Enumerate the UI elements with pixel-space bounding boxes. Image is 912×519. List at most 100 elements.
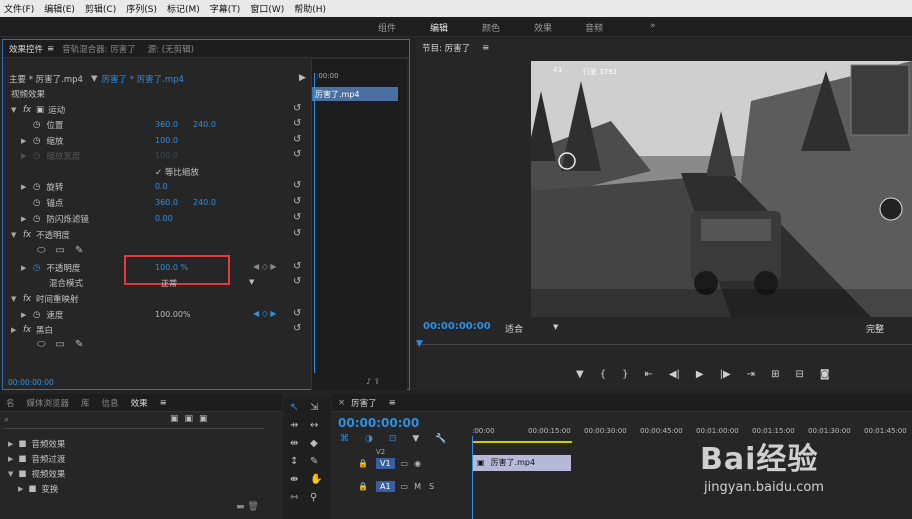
track-select-icon[interactable]: ⇲ bbox=[310, 402, 318, 413]
reset-icon[interactable]: ↺ bbox=[293, 261, 301, 272]
menu-item-5[interactable]: 字幕(T) bbox=[210, 2, 241, 15]
project-tab-2[interactable]: 库 bbox=[81, 397, 90, 409]
menu-item-3[interactable]: 序列(S) bbox=[126, 2, 157, 15]
sync-lock-icon[interactable]: ▭ bbox=[401, 459, 409, 468]
video-frame[interactable]: 43 行驶 3792 bbox=[531, 61, 912, 317]
ellipse-mask-icon[interactable]: ⬭ bbox=[37, 245, 46, 256]
workspace-more-button[interactable]: » bbox=[650, 21, 656, 31]
snap-icon[interactable]: ◑ bbox=[365, 434, 373, 444]
effects-folder[interactable]: ▼ ■ 视频效果 bbox=[8, 466, 65, 481]
reset-icon[interactable]: ↺ bbox=[293, 118, 301, 129]
track-a1-target[interactable]: A1 bbox=[375, 480, 395, 492]
position-x-value[interactable]: 360.0 bbox=[155, 120, 178, 129]
slide-tool-icon[interactable]: ⇼ bbox=[290, 474, 298, 485]
track-v1-target[interactable]: V1 bbox=[375, 457, 395, 469]
add-marker-icon[interactable]: ▼ bbox=[412, 434, 419, 444]
project-tab-3[interactable]: 信息 bbox=[102, 397, 119, 409]
export-icon[interactable]: ♪ ⇪ bbox=[366, 377, 380, 386]
slip-tool-icon[interactable]: ↕ bbox=[290, 456, 298, 467]
tab-source[interactable]: 源: (无剪辑) bbox=[148, 43, 194, 55]
overwrite-icon[interactable]: ⊟ bbox=[795, 369, 803, 380]
project-tab-0[interactable]: 名 bbox=[6, 397, 15, 409]
timeline-ruler[interactable]: :00:00 00:00:15:00 00:00:30:00 00:00:45:00 0… bbox=[472, 427, 912, 439]
effects-folder[interactable]: ▶ ■ 音频过渡 bbox=[8, 451, 65, 466]
effect-controls-timecode[interactable]: 00:00:00:00 bbox=[8, 378, 54, 387]
anchor-y-value[interactable]: 240.0 bbox=[193, 198, 216, 207]
stopwatch-icon[interactable]: ◷ bbox=[33, 182, 40, 192]
reset-icon[interactable]: ↺ bbox=[293, 196, 301, 207]
menu-item-6[interactable]: 窗口(W) bbox=[250, 2, 284, 15]
chevron-down-icon[interactable]: ▼ bbox=[553, 323, 558, 331]
hand-tool-icon[interactable]: ✋ bbox=[310, 474, 322, 485]
rate-stretch-icon[interactable]: ↔ bbox=[310, 420, 318, 431]
rolling-edit-icon[interactable]: ⇹ bbox=[290, 438, 298, 449]
speed-keyframe-nav[interactable]: ◀ ◇ ▶ bbox=[253, 309, 277, 318]
add-marker-icon[interactable]: ▼ bbox=[576, 369, 584, 380]
ripple-edit-icon[interactable]: ⇸ bbox=[290, 420, 298, 431]
lock-icon[interactable]: 🔒 bbox=[358, 459, 368, 468]
razor-icon[interactable]: ◆ bbox=[310, 438, 318, 449]
pen-mask-icon[interactable]: ✎ bbox=[75, 339, 83, 350]
wrench-icon[interactable]: 🔧 bbox=[435, 434, 446, 444]
stopwatch-icon[interactable]: ◷ bbox=[33, 120, 40, 130]
panel-menu-icon[interactable]: ≡ bbox=[389, 398, 396, 408]
reset-icon[interactable]: ↺ bbox=[293, 228, 301, 239]
lock-icon[interactable]: 🔒 bbox=[358, 482, 368, 491]
ellipse-mask-icon[interactable]: ⬭ bbox=[37, 339, 46, 350]
expand-icon[interactable]: ▼ bbox=[8, 470, 13, 478]
project-tab-4[interactable]: 效果 bbox=[131, 397, 148, 409]
pen-tool-icon[interactable]: ✎ bbox=[310, 456, 318, 467]
go-to-in-icon[interactable]: ⇤ bbox=[644, 369, 652, 380]
solo-button[interactable]: S bbox=[429, 482, 434, 491]
pen-mask-icon[interactable]: ✎ bbox=[75, 245, 83, 256]
master-clip-label[interactable]: 主要 * 厉害了.mp4 bbox=[9, 73, 83, 85]
zoom-tool-icon[interactable]: ⚲ bbox=[310, 492, 317, 503]
expand-icon[interactable]: ▶ bbox=[8, 455, 13, 463]
black-white-row[interactable]: ▶ fx 黑白 bbox=[11, 322, 53, 337]
quality-select[interactable]: 完整 bbox=[866, 322, 884, 335]
program-timecode[interactable]: 00:00:00:00 bbox=[423, 321, 491, 332]
program-scrubber[interactable] bbox=[416, 344, 912, 350]
rotation-value[interactable]: 0.0 bbox=[155, 182, 168, 191]
mark-in-icon[interactable]: { bbox=[600, 369, 606, 380]
anchor-x-value[interactable]: 360.0 bbox=[155, 198, 178, 207]
expand-icon[interactable]: ▶ bbox=[8, 440, 13, 448]
dropdown-icon[interactable]: ▼ bbox=[91, 74, 98, 84]
rectangle-mask-icon[interactable]: ▭ bbox=[56, 245, 65, 256]
accelerated-icon[interactable]: ▣ bbox=[170, 414, 179, 424]
zoom-out-icon[interactable]: ⇿ bbox=[290, 492, 298, 503]
close-icon[interactable]: × bbox=[338, 398, 345, 408]
stopwatch-icon[interactable]: ◷ bbox=[33, 310, 40, 320]
mini-clip-bar[interactable]: 厉害了.mp4 bbox=[312, 87, 398, 101]
program-title[interactable]: 节目: 厉害了 bbox=[422, 42, 470, 54]
workspace-tab-assembly[interactable]: 组件 bbox=[378, 21, 396, 34]
step-forward-icon[interactable]: |▶ bbox=[720, 369, 731, 380]
workspace-tab-effects[interactable]: 效果 bbox=[534, 21, 552, 34]
keyframe-nav[interactable]: ◀ ◇ ▶ bbox=[253, 262, 277, 271]
eye-icon[interactable]: ◉ bbox=[414, 459, 421, 468]
panel-menu-icon[interactable]: ≡ bbox=[482, 43, 489, 53]
32bit-icon[interactable]: ▣ bbox=[185, 414, 194, 424]
play-only-icon[interactable]: ▶ bbox=[299, 73, 306, 83]
scale-value[interactable]: 100.0 bbox=[155, 136, 178, 145]
selection-tool-icon[interactable]: ↖ bbox=[290, 402, 298, 413]
effects-folder[interactable]: ▶ ■ 音频效果 bbox=[8, 436, 65, 451]
camera-icon[interactable]: ◙ bbox=[820, 369, 830, 380]
tab-effect-controls[interactable]: 效果控件 bbox=[9, 43, 43, 55]
stopwatch-icon[interactable]: ◷ bbox=[33, 263, 40, 273]
position-y-value[interactable]: 240.0 bbox=[193, 120, 216, 129]
timeline-sequence-tab[interactable]: 厉害了 bbox=[351, 397, 377, 409]
motion-row[interactable]: ▼ fx ▣ 运动 bbox=[11, 102, 65, 117]
stopwatch-icon[interactable]: ◷ bbox=[33, 214, 40, 224]
reset-icon[interactable]: ↺ bbox=[293, 134, 301, 145]
uniform-scale-checkbox[interactable]: ✓ 等比缩放 bbox=[155, 164, 199, 179]
workspace-tab-audio[interactable]: 音频 bbox=[585, 21, 603, 34]
yuv-icon[interactable]: ▣ bbox=[199, 414, 208, 424]
reset-icon[interactable]: ↺ bbox=[293, 180, 301, 191]
reset-icon[interactable]: ↺ bbox=[293, 103, 301, 114]
playhead-icon[interactable]: ▼ bbox=[416, 339, 423, 349]
fit-select[interactable]: 适合 bbox=[505, 322, 523, 335]
menu-item-0[interactable]: 文件(F) bbox=[4, 2, 34, 15]
panel-menu-icon[interactable]: ≡ bbox=[47, 44, 54, 54]
chevron-down-icon[interactable]: ▼ bbox=[249, 278, 254, 286]
